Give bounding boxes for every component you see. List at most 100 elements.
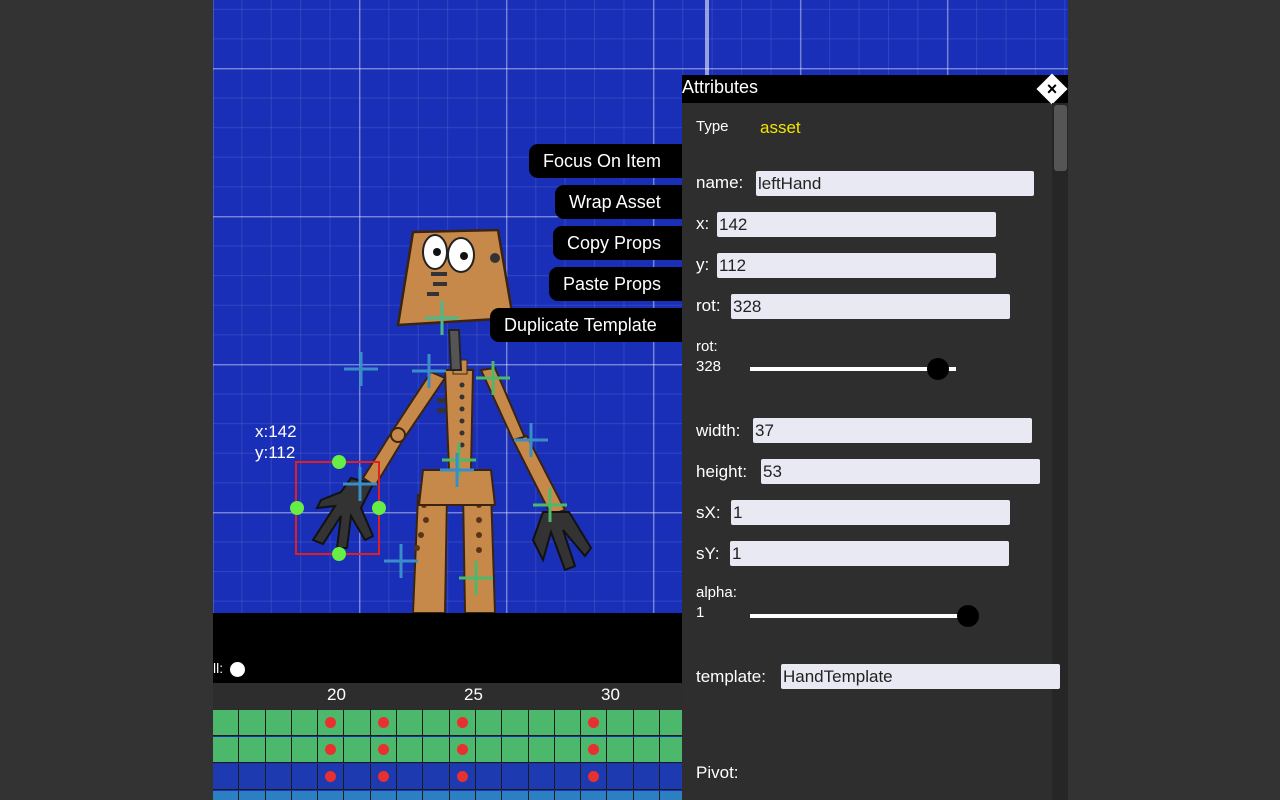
scrollbar-track[interactable] xyxy=(1052,103,1068,800)
timeline-frame-cell[interactable] xyxy=(265,791,292,800)
timeline-frame-cell[interactable] xyxy=(633,764,661,790)
timeline-frame-cell[interactable] xyxy=(449,791,476,800)
timeline-frame-cell[interactable] xyxy=(475,764,503,790)
timeline-frame-cell[interactable] xyxy=(213,791,240,800)
paste-props-button[interactable]: Paste Props xyxy=(549,267,682,301)
rot-field[interactable] xyxy=(731,294,1010,319)
keyframe-marker[interactable] xyxy=(325,771,337,782)
keyframe-marker[interactable] xyxy=(456,744,468,755)
timeline-frame-cell[interactable] xyxy=(423,791,450,800)
timeline-frame-cell[interactable] xyxy=(370,764,398,790)
all-toggle[interactable] xyxy=(230,662,245,677)
template-field[interactable] xyxy=(781,664,1060,689)
duplicate-template-button[interactable]: Duplicate Template xyxy=(490,308,682,342)
timeline-track-row[interactable] xyxy=(213,764,687,791)
timeline-frame-cell[interactable] xyxy=(554,764,582,790)
timeline-frame-cell[interactable] xyxy=(318,710,345,736)
timeline-frame-cell[interactable] xyxy=(291,764,319,790)
timeline-frame-cell[interactable] xyxy=(318,764,345,790)
timeline-frame-cell[interactable] xyxy=(239,737,266,763)
timeline-frame-cell[interactable] xyxy=(607,737,634,763)
timeline-frame-cell[interactable] xyxy=(554,710,582,736)
timeline-frame-cell[interactable] xyxy=(581,791,608,800)
height-field[interactable] xyxy=(761,459,1040,484)
timeline-frame-cell[interactable] xyxy=(239,764,266,790)
timeline-frame-cell[interactable] xyxy=(265,764,292,790)
alpha-slider-track[interactable] xyxy=(750,614,968,618)
timeline-frame-cell[interactable] xyxy=(291,791,319,800)
keyframe-marker[interactable] xyxy=(456,717,468,728)
timeline-frame-cell[interactable] xyxy=(607,764,634,790)
timeline-frame-cell[interactable] xyxy=(291,710,319,736)
timeline-track-row[interactable] xyxy=(213,791,687,800)
keyframe-marker[interactable] xyxy=(377,717,389,728)
timeline-frame-cell[interactable] xyxy=(213,764,240,790)
resize-handle-left[interactable] xyxy=(290,501,304,515)
timeline-frame-cell[interactable] xyxy=(423,764,450,790)
timeline-frame-cell[interactable] xyxy=(449,710,476,736)
timeline-frame-cell[interactable] xyxy=(449,764,476,790)
timeline-frame-cell[interactable] xyxy=(528,764,555,790)
sy-field[interactable] xyxy=(730,541,1009,566)
rot-slider-thumb[interactable] xyxy=(926,358,949,380)
timeline-frame-cell[interactable] xyxy=(502,764,529,790)
keyframe-marker[interactable] xyxy=(588,771,600,782)
timeline-frame-cell[interactable] xyxy=(633,737,661,763)
timeline-frame-cell[interactable] xyxy=(239,791,266,800)
timeline-frame-cell[interactable] xyxy=(607,710,634,736)
wrap-asset-button[interactable]: Wrap Asset xyxy=(555,185,682,219)
timeline-frame-cell[interactable] xyxy=(265,710,292,736)
timeline-frame-cell[interactable] xyxy=(344,791,371,800)
timeline-frame-cell[interactable] xyxy=(423,737,450,763)
keyframe-marker[interactable] xyxy=(377,771,389,782)
keyframe-marker[interactable] xyxy=(377,744,389,755)
rot-slider-track[interactable] xyxy=(750,367,956,371)
timeline-frame-cell[interactable] xyxy=(633,710,661,736)
timeline-frame-cell[interactable] xyxy=(397,737,424,763)
timeline-frame-cell[interactable] xyxy=(581,737,608,763)
timeline-frame-cell[interactable] xyxy=(423,710,450,736)
timeline-frame-cell[interactable] xyxy=(475,791,503,800)
keyframe-marker[interactable] xyxy=(456,771,468,782)
resize-handle-right[interactable] xyxy=(372,501,386,515)
timeline-track-row[interactable] xyxy=(213,710,687,737)
timeline-frame-cell[interactable] xyxy=(239,710,266,736)
timeline-frame-cell[interactable] xyxy=(213,710,240,736)
keyframe-marker[interactable] xyxy=(588,717,600,728)
alpha-slider-thumb[interactable] xyxy=(957,605,979,627)
timeline-frame-cell[interactable] xyxy=(554,737,582,763)
sx-field[interactable] xyxy=(731,500,1010,525)
timeline-frame-cell[interactable] xyxy=(344,710,371,736)
robot-left-hand[interactable] xyxy=(311,476,375,549)
resize-handle-bottom[interactable] xyxy=(332,547,346,561)
timeline-frame-cell[interactable] xyxy=(370,710,398,736)
timeline-frame-cell[interactable] xyxy=(633,791,661,800)
timeline-frame-cell[interactable] xyxy=(397,710,424,736)
timeline-frame-cell[interactable] xyxy=(370,791,398,800)
scrollbar-thumb[interactable] xyxy=(1054,105,1067,171)
copy-props-button[interactable]: Copy Props xyxy=(553,226,682,260)
robot-left-arm[interactable] xyxy=(361,370,447,488)
timeline-ruler[interactable]: 20 25 30 xyxy=(213,683,683,710)
robot-legs[interactable] xyxy=(411,489,497,613)
y-field[interactable] xyxy=(717,253,996,278)
robot-neck[interactable] xyxy=(447,329,463,371)
timeline-frame-cell[interactable] xyxy=(475,710,503,736)
resize-handle-top[interactable] xyxy=(332,455,346,469)
focus-on-item-button[interactable]: Focus On Item xyxy=(529,144,682,178)
timeline-frame-cell[interactable] xyxy=(213,737,240,763)
timeline-frame-cell[interactable] xyxy=(344,764,371,790)
timeline-frame-cell[interactable] xyxy=(318,791,345,800)
timeline-frame-cell[interactable] xyxy=(344,737,371,763)
timeline-frame-cell[interactable] xyxy=(397,791,424,800)
keyframe-marker[interactable] xyxy=(588,744,600,755)
timeline-frame-cell[interactable] xyxy=(581,710,608,736)
timeline-frame-cell[interactable] xyxy=(449,737,476,763)
robot-right-arm[interactable] xyxy=(479,366,593,572)
timeline-frame-cell[interactable] xyxy=(502,791,529,800)
timeline-frame-cell[interactable] xyxy=(502,737,529,763)
timeline-frame-cell[interactable] xyxy=(291,737,319,763)
keyframe-marker[interactable] xyxy=(325,744,337,755)
timeline-frame-cell[interactable] xyxy=(528,737,555,763)
timeline-frame-cell[interactable] xyxy=(528,710,555,736)
